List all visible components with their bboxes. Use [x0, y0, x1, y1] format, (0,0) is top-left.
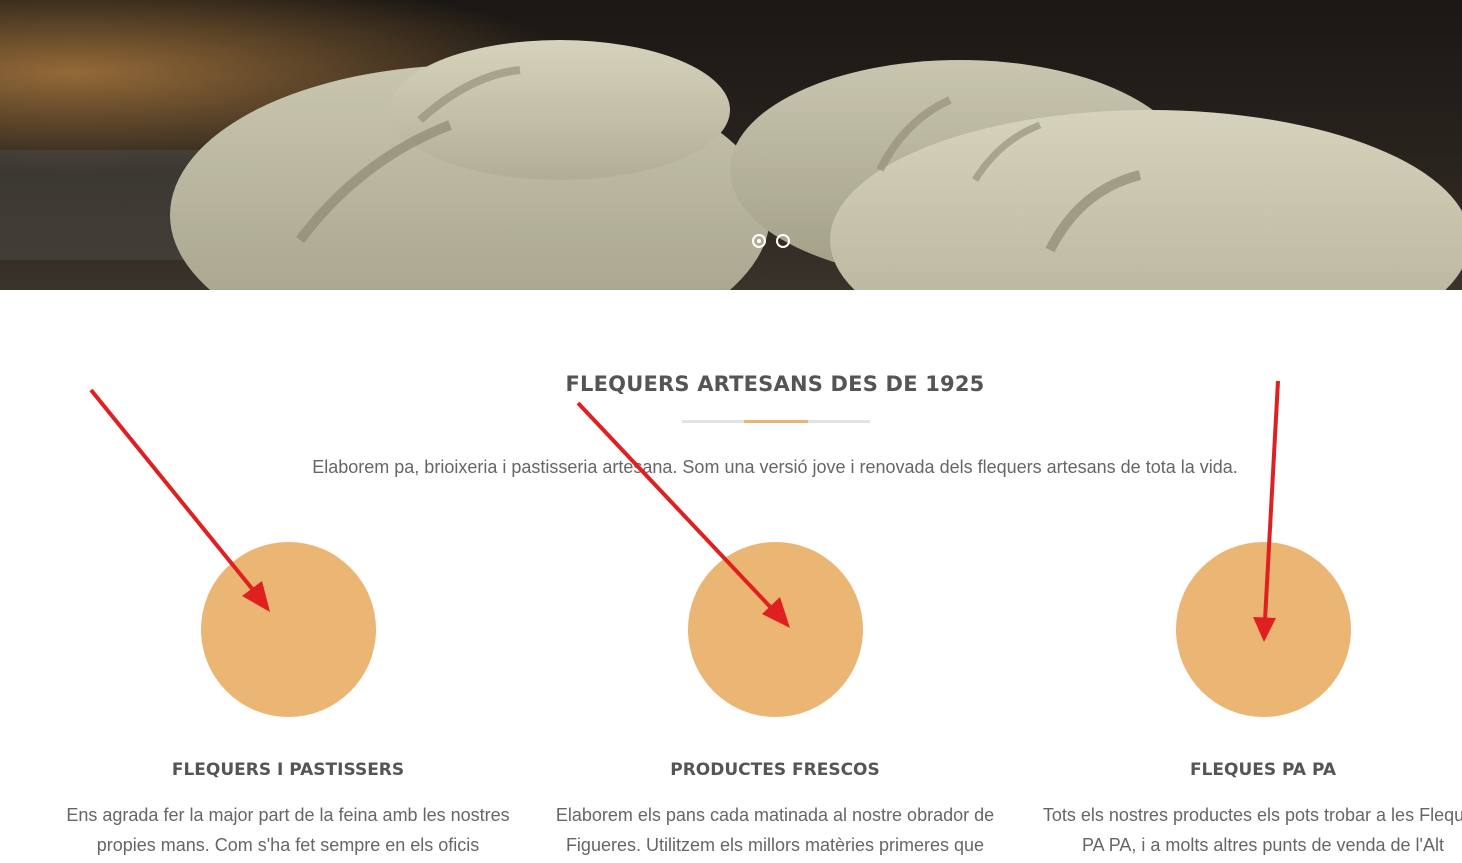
title-divider	[682, 420, 870, 423]
feature-text-1: Ens agrada fer la major part de la feina…	[44, 800, 532, 860]
slider-dot-1[interactable]	[752, 234, 766, 248]
slider-pagination	[752, 234, 790, 248]
feature-text-1-line-1: Ens agrada fer la major part de la feina…	[66, 805, 510, 825]
title-divider-accent	[744, 420, 808, 423]
hero-bread-image	[0, 0, 1462, 290]
feature-text-3: Tots els nostres productes els pots trob…	[1019, 800, 1462, 860]
feature-text-2-line-1: Elaborem els pans cada matinada al nostr…	[555, 805, 995, 825]
feature-title-3: FLEQUES PA PA	[1189, 760, 1337, 780]
feature-text-2-line-2: Figueres. Utilitzem els millors matèries…	[565, 835, 985, 855]
feature-icon-circle-1	[201, 542, 376, 717]
intro-description: Elaborem pa, brioixeria i pastisseria ar…	[312, 457, 1238, 477]
page: FLEQUERS ARTESANS DES DE 1925 Elaborem p…	[0, 0, 1462, 863]
feature-title-2: PRODUCTES FRESCOS	[670, 760, 880, 780]
feature-text-3-line-1: Tots els nostres productes els pots trob…	[1042, 805, 1462, 825]
feature-title-1: FLEQUERS I PASTISSERS	[171, 760, 405, 780]
feature-icon-circle-3	[1176, 542, 1351, 717]
feature-text-1-line-2: propies mans. Com s'ha fet sempre en els…	[96, 835, 480, 855]
slider-dot-2[interactable]	[776, 234, 790, 248]
section-title: FLEQUERS ARTESANS DES DE 1925	[565, 372, 985, 396]
feature-icon-circle-2	[688, 542, 863, 717]
feature-text-3-line-2: PA PA, i a molts altres punts de venda d…	[1082, 835, 1444, 855]
feature-text-2: Elaborem els pans cada matinada al nostr…	[531, 800, 1019, 860]
hero-slider	[0, 0, 1462, 290]
